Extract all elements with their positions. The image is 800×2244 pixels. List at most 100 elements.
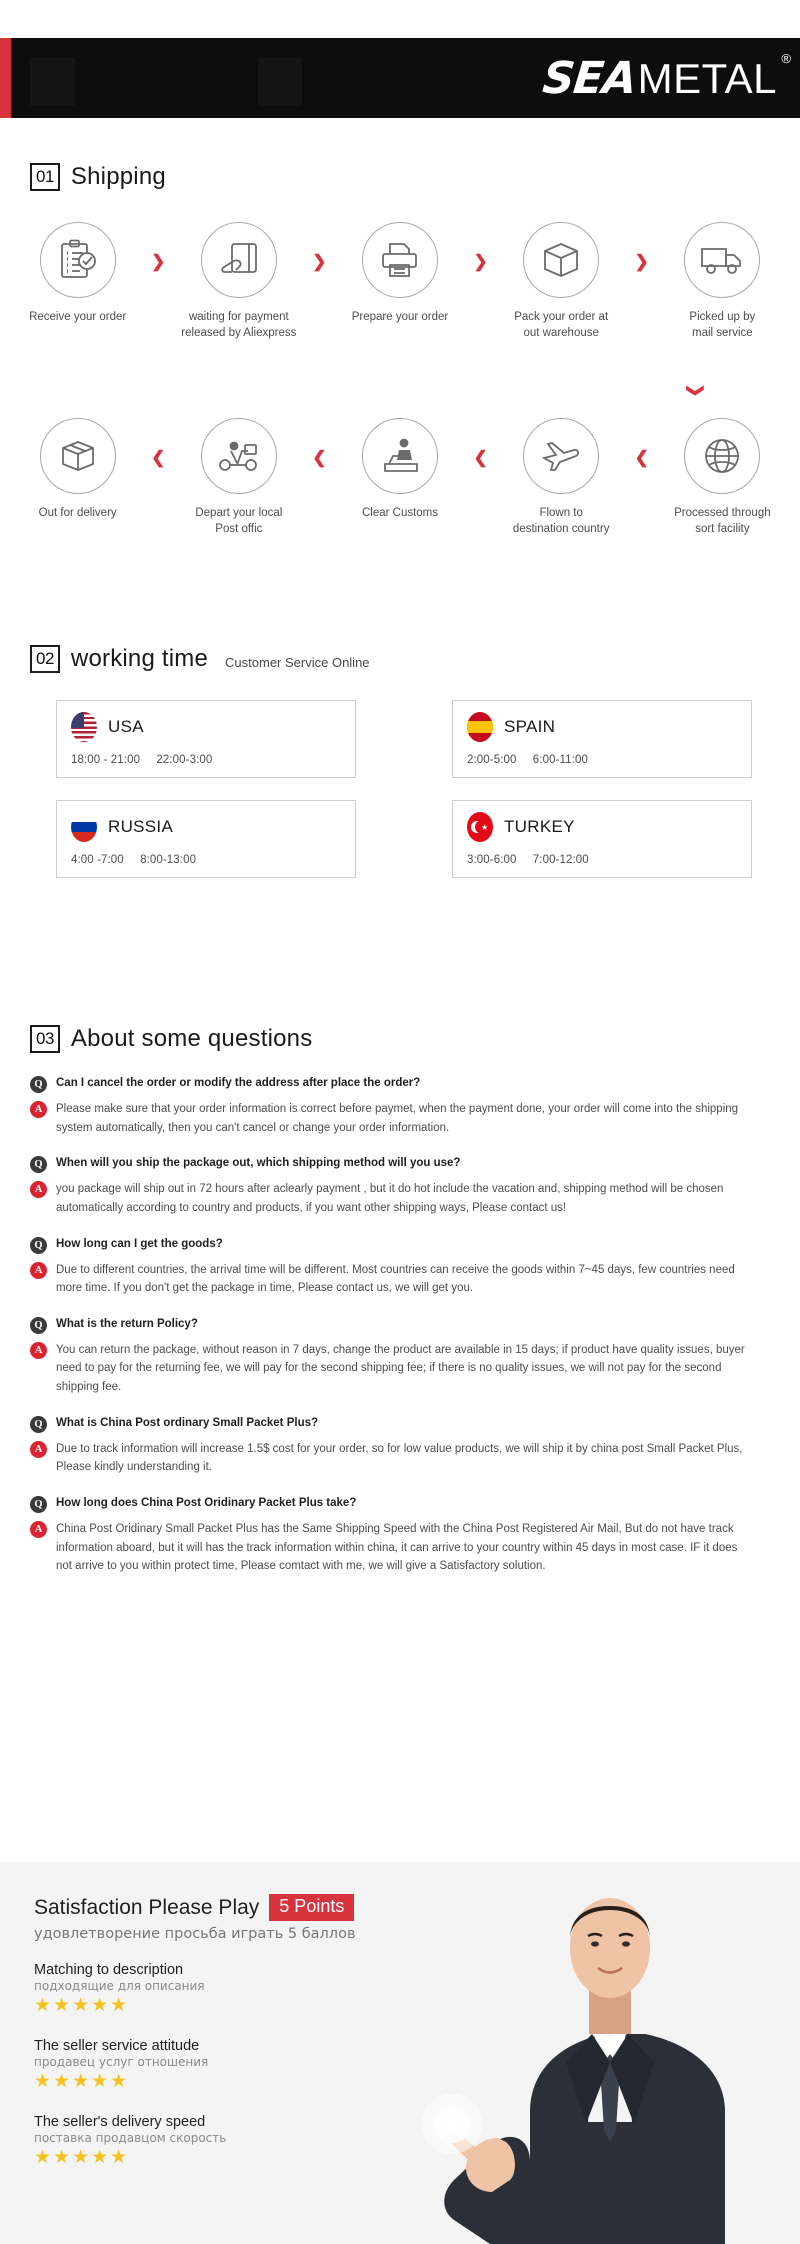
faq-answer-row: A You can return the package, without re… <box>30 1341 770 1397</box>
working-hours: 4:00 -7:00 8:00-13:00 <box>71 854 341 866</box>
section-title-working-time: 02 working time Customer Service Online <box>30 645 370 673</box>
shipping-step: Processed through sort facility <box>657 418 788 537</box>
flag-spain-icon <box>467 712 493 742</box>
question-badge-icon: Q <box>30 1076 47 1093</box>
flag-russia-icon <box>71 812 97 842</box>
answer-badge-icon: A <box>30 1181 47 1199</box>
customs-inspector-icon <box>362 418 438 494</box>
arrow-left-icon: ❮ <box>634 448 649 467</box>
step-line: Picked up by <box>689 311 756 323</box>
step-line: released by Aliexpress <box>181 326 297 339</box>
shipping-step: Depart your local Post offic <box>173 418 304 537</box>
faq-question-row: Q How long does China Post Oridinary Pac… <box>30 1495 770 1513</box>
clipboard-check-icon <box>39 222 116 298</box>
faq-question-text: How long can I get the goods? <box>56 1237 223 1250</box>
faq-item: Q Can I cancel the order or modify the a… <box>30 1075 770 1137</box>
faq-question-row: Q Can I cancel the order or modify the a… <box>30 1075 770 1093</box>
site-header: SEA METAL ® <box>0 38 800 118</box>
arrow-right-icon: ❯ <box>151 252 166 271</box>
star-rating-icon: ★★★★★ <box>34 2146 130 2168</box>
rating-block: Matching to description подходящие для о… <box>34 1962 364 2018</box>
shipping-step-label: waiting for payment released by Aliexpre… <box>181 310 296 341</box>
scooter-courier-icon <box>200 418 277 494</box>
arrow-right-icon: ❯ <box>473 252 488 271</box>
section-number-03: 03 <box>30 1025 60 1053</box>
salesman-photo <box>380 1862 800 2244</box>
hours-slot: 3:00-6:00 <box>467 854 517 866</box>
faq-question-text: Can I cancel the order or modify the add… <box>56 1077 421 1089</box>
hours-slot: 22:00-3:00 <box>156 754 213 766</box>
question-badge-icon: Q <box>30 1156 47 1174</box>
card-header: ★ TURKEY <box>467 812 737 842</box>
step-line: Depart your local <box>195 507 283 519</box>
step-line: destination country <box>512 522 610 535</box>
shipping-step-label: Out for delivery <box>39 506 117 522</box>
box-package-icon <box>523 222 600 298</box>
registered-trademark-icon: ® <box>781 50 791 66</box>
arrow-right-icon: ❯ <box>312 252 327 271</box>
open-box-icon <box>39 418 116 494</box>
rating-block: The seller service attitude продавец усл… <box>34 2038 364 2094</box>
question-badge-icon: Q <box>30 1415 47 1433</box>
shipping-step: Receive your order <box>12 222 143 341</box>
hours-slot: 4:00 -7:00 <box>71 854 124 866</box>
step-line: Pack your order at <box>514 311 609 323</box>
shipping-step: Prepare your order <box>334 222 465 341</box>
arrow-left-icon: ❮ <box>312 448 327 467</box>
faq-item: Q How long can I get the goods? A Due to… <box>30 1236 770 1298</box>
faq-answer-text: You can return the package, without reas… <box>56 1343 745 1393</box>
working-time-grid: USA 18:00 - 21:00 22:00-3:00 SPAIN 2:00-… <box>56 700 752 878</box>
faq-answer-text: Please make sure that your order informa… <box>56 1103 739 1134</box>
satisfaction-subtitle-ru: удовлетворение просьба играть 5 баллов <box>34 1926 356 1942</box>
shipping-steps-row-1: Receive your order ❯ waiting for payment… <box>12 222 788 341</box>
faq-question-row: Q How long can I get the goods? <box>30 1236 770 1254</box>
step-line: Prepare your order <box>351 311 449 323</box>
answer-badge-icon: A <box>30 1341 47 1359</box>
question-badge-icon: Q <box>30 1236 47 1254</box>
section-label-faq: About some questions <box>70 1025 313 1052</box>
country-name: TURKEY <box>504 817 575 836</box>
faq-question-text: What is China Post ordinary Small Packet… <box>56 1416 319 1429</box>
country-name: SPAIN <box>504 717 556 736</box>
delivery-truck-icon <box>684 222 761 298</box>
answer-badge-icon: A <box>30 1101 47 1118</box>
shipping-step-label: Depart your local Post offic <box>195 506 282 537</box>
hand-credit-card-icon <box>200 222 277 298</box>
step-line: Post offic <box>215 522 263 535</box>
rating-label-en: Matching to description <box>34 1962 184 1978</box>
section-subtitle-customer-service: Customer Service Online <box>225 655 370 670</box>
country-name: USA <box>108 717 144 736</box>
section-label-working-time: working time <box>70 645 209 672</box>
card-header: SPAIN <box>467 712 737 742</box>
card-header: RUSSIA <box>71 812 341 842</box>
rating-label-ru: поставка продавцом скорость <box>34 2130 227 2145</box>
section-number-01: 01 <box>30 163 60 191</box>
section-number-02: 02 <box>30 645 60 673</box>
arrow-right-icon: ❯ <box>634 252 649 271</box>
shipping-step-label: Pack your order at out warehouse <box>514 310 608 341</box>
faq-answer-row: A you package will ship out in 72 hours … <box>30 1180 770 1217</box>
section-label-shipping: Shipping <box>70 163 166 190</box>
hours-slot: 6:00-11:00 <box>532 754 588 766</box>
rating-label-ru: подходящие для описания <box>34 1979 205 1993</box>
step-line: Clear Customs <box>361 507 439 519</box>
printer-icon <box>362 222 438 298</box>
step-line: Receive your order <box>29 311 127 323</box>
faq-question-row: Q When will you ship the package out, wh… <box>30 1155 770 1174</box>
header-decor-block-left <box>30 58 75 106</box>
header-red-accent-bar <box>0 38 11 118</box>
flag-usa-icon <box>71 712 97 742</box>
shipping-step: Clear Customs <box>334 418 465 537</box>
step-line: Out for delivery <box>38 507 117 519</box>
faq-question-row: Q What is China Post ordinary Small Pack… <box>30 1415 770 1433</box>
faq-item: Q What is the return Policy? A You can r… <box>30 1316 770 1397</box>
faq-question-row: Q What is the return Policy? <box>30 1316 770 1334</box>
working-hours: 18:00 - 21:00 22:00-3:00 <box>71 754 341 766</box>
header-decor-block-right <box>258 58 302 106</box>
shipping-step-label: Clear Customs <box>362 506 438 522</box>
star-rating-icon: ★★★★★ <box>34 1995 130 2016</box>
faq-item: Q How long does China Post Oridinary Pac… <box>30 1495 770 1576</box>
rating-label-ru: продавец услуг отношения <box>34 2054 209 2069</box>
faq-answer-row: A Due to track information will increase… <box>30 1440 770 1477</box>
shipping-step-label: Processed through sort facility <box>674 506 771 537</box>
